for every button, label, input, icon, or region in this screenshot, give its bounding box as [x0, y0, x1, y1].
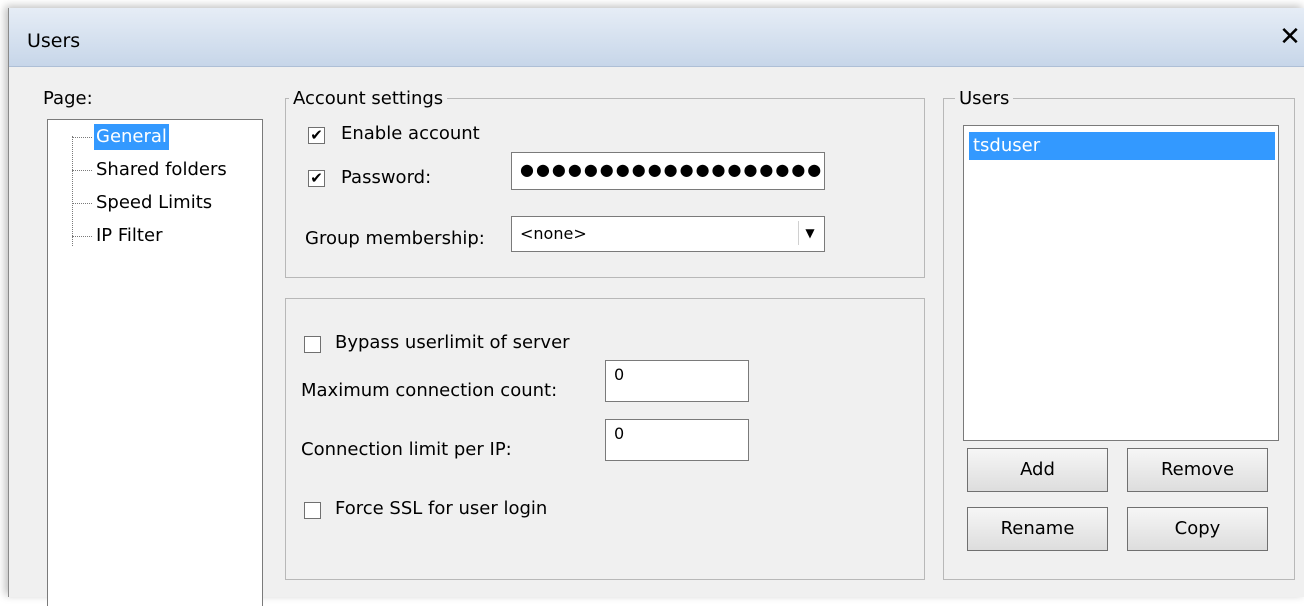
page-label: Page:	[43, 88, 93, 109]
max-connection-count-input[interactable]: 0	[605, 360, 749, 402]
close-icon[interactable]: ✕	[1277, 24, 1303, 50]
force-ssl-checkbox[interactable]	[304, 502, 321, 519]
page-tree[interactable]: General Shared folders Speed Limits IP F…	[47, 119, 263, 606]
bypass-userlimit-checkbox[interactable]	[304, 336, 321, 353]
remove-button[interactable]: Remove	[1127, 448, 1268, 492]
connection-limit-per-ip-input[interactable]: 0	[605, 419, 749, 461]
enable-account-checkbox[interactable]: ✔	[308, 127, 325, 144]
group-membership-value: <none>	[520, 224, 587, 243]
add-button[interactable]: Add	[967, 448, 1108, 492]
user-list-item[interactable]: tsduser	[969, 132, 1275, 160]
connection-limit-per-ip-label: Connection limit per IP:	[301, 439, 512, 460]
force-ssl-label: Force SSL for user login	[335, 498, 548, 519]
rename-button[interactable]: Rename	[967, 507, 1108, 551]
copy-button[interactable]: Copy	[1127, 507, 1268, 551]
users-listbox[interactable]: tsduser	[963, 125, 1279, 441]
tree-item-label: General	[94, 124, 169, 150]
users-dialog: Users ✕ Page: General Shared folders Spe…	[8, 8, 1304, 606]
chevron-down-icon[interactable]: ▼	[798, 221, 821, 245]
account-settings-legend: Account settings	[289, 88, 448, 109]
title-bar: Users ✕	[9, 8, 1304, 67]
window-title: Users	[27, 30, 81, 52]
password-field[interactable]: ●●●●●●●●●●●●●●●●●●●●●●	[511, 152, 825, 190]
max-connection-count-label: Maximum connection count:	[301, 380, 558, 401]
users-legend: Users	[955, 88, 1014, 109]
enable-account-label: Enable account	[341, 123, 480, 144]
password-checkbox[interactable]: ✔	[308, 170, 325, 187]
bypass-userlimit-label: Bypass userlimit of server	[335, 332, 570, 353]
tree-item-label: Speed Limits	[96, 192, 213, 213]
group-membership-dropdown[interactable]: <none> ▼	[511, 216, 825, 252]
tree-connector-line	[72, 136, 73, 246]
group-membership-label: Group membership:	[305, 228, 485, 249]
password-label: Password:	[341, 167, 432, 188]
tree-item-label: IP Filter	[96, 225, 163, 246]
tree-item-label: Shared folders	[96, 159, 227, 180]
